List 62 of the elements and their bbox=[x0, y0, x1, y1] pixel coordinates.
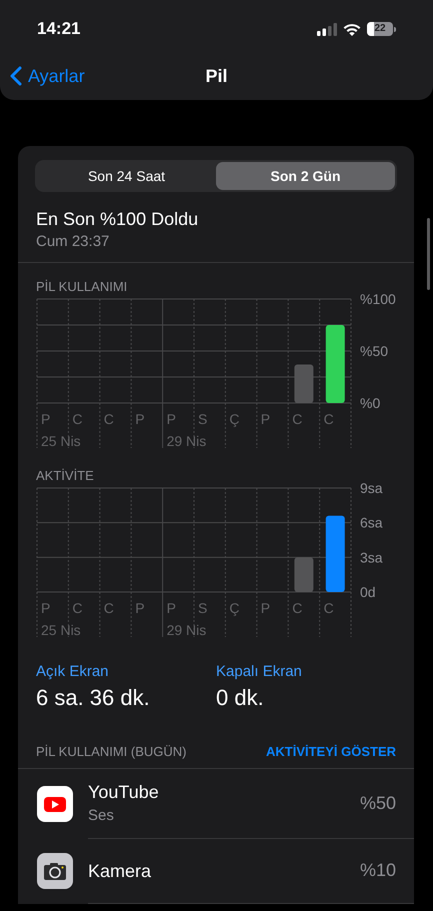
axis-label: 6sa bbox=[360, 514, 383, 531]
axis-label: 3sa bbox=[360, 549, 383, 566]
axis-label: P bbox=[41, 411, 50, 427]
date-label: 29 Nis bbox=[166, 622, 206, 638]
app-row[interactable]: Kamera %10 bbox=[18, 838, 414, 904]
axis-label: 9sa bbox=[360, 482, 383, 496]
stat-label: Açık Ekran bbox=[36, 662, 110, 682]
app-detail: Ses bbox=[88, 806, 115, 826]
axis-label: %100 bbox=[360, 293, 396, 307]
scroll-indicator bbox=[427, 218, 430, 290]
app-name: YouTube bbox=[88, 780, 160, 802]
segment-tab[interactable]: Son 2 Gün bbox=[216, 162, 395, 190]
axis-label: P bbox=[41, 600, 50, 616]
axis-label: C bbox=[72, 600, 83, 616]
axis-label: P bbox=[135, 600, 145, 616]
axis-label: Ç bbox=[229, 600, 240, 616]
camera-icon bbox=[37, 853, 73, 889]
axis-label: C bbox=[324, 411, 334, 427]
page-title: Pil bbox=[205, 64, 228, 88]
axis-label: C bbox=[72, 411, 83, 427]
date-label: 25 Nis bbox=[41, 622, 81, 638]
charge-title: En Son %100 Doldu bbox=[36, 208, 200, 231]
stat-label: Kapalı Ekran bbox=[216, 662, 303, 682]
usage-percent: %50 bbox=[360, 792, 396, 814]
axis-label: P bbox=[260, 411, 270, 427]
show-activity-link[interactable]: AKTİVİTEYİ GÖSTER bbox=[266, 742, 396, 762]
battery-level: 22 bbox=[374, 24, 386, 34]
usage-percent: %10 bbox=[360, 859, 396, 882]
axis-label: P bbox=[166, 411, 176, 427]
axis-label: C bbox=[104, 600, 114, 616]
charge-time: Cum 23:37 bbox=[36, 232, 110, 252]
axis-label: C bbox=[292, 600, 302, 616]
app-name: Kamera bbox=[88, 860, 152, 882]
back-button[interactable]: Ayarlar bbox=[10, 62, 85, 90]
axis-label: C bbox=[292, 411, 302, 427]
app-row[interactable]: YouTube Ses %50 bbox=[18, 768, 414, 838]
axis-label: P bbox=[135, 411, 145, 427]
axis-label: %0 bbox=[360, 395, 380, 411]
segment-tab[interactable]: Son 24 Saat bbox=[37, 162, 216, 190]
axis-label: C bbox=[104, 411, 114, 427]
axis-label: P bbox=[166, 600, 176, 616]
stat-value: 6 sa. 36 dk. bbox=[36, 684, 151, 712]
status-time: 14:21 bbox=[37, 18, 80, 40]
axis-label: 0d bbox=[360, 584, 376, 600]
play-icon bbox=[37, 786, 73, 822]
bar bbox=[294, 364, 314, 403]
axis-label: P bbox=[260, 600, 270, 616]
stat-value: 0 dk. bbox=[216, 684, 265, 712]
chart-title: PİL KULLANIMI bbox=[35, 279, 128, 295]
axis-label: S bbox=[198, 600, 208, 616]
date-label: 25 Nis bbox=[41, 433, 81, 449]
wifi-icon bbox=[343, 22, 361, 36]
axis-label: C bbox=[324, 600, 334, 616]
section-header: PİL KULLANIMI (BUGÜN) bbox=[36, 743, 186, 761]
chart-title: AKTİVİTE bbox=[35, 468, 95, 484]
date-label: 29 Nis bbox=[166, 433, 206, 449]
axis-label: Ç bbox=[229, 411, 240, 427]
signal-icon bbox=[317, 22, 337, 36]
axis-label: S bbox=[198, 411, 208, 427]
bar bbox=[294, 557, 314, 592]
axis-label: %50 bbox=[360, 343, 388, 359]
chevron-left-icon bbox=[10, 66, 22, 86]
